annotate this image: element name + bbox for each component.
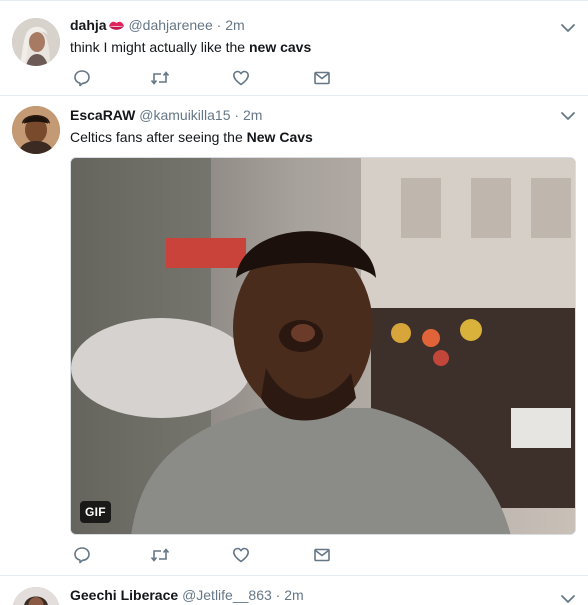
display-name[interactable]: dahja — [70, 17, 107, 33]
tweet[interactable]: Geechi Liberace @Jetlife__863 · 2m — [0, 576, 588, 605]
tweet-text-plain: Celtics fans after seeing the — [70, 129, 247, 145]
display-name[interactable]: Geechi Liberace — [70, 587, 178, 603]
tweet-header: EscaRAW @kamuikilla15 · 2m — [70, 106, 262, 124]
gif-frame-image — [71, 158, 575, 534]
username[interactable]: @kamuikilla15 — [139, 107, 230, 123]
tweet[interactable]: dahja @dahjarenee · 2m think I might act… — [0, 0, 588, 96]
separator-dot: · — [216, 17, 222, 33]
gif-media[interactable]: GIF — [70, 157, 576, 535]
avatar[interactable] — [12, 18, 60, 66]
timestamp[interactable]: 2m — [284, 587, 303, 603]
separator-dot: · — [234, 107, 240, 123]
envelope-icon[interactable] — [312, 545, 332, 565]
tweet-header: Geechi Liberace @Jetlife__863 · 2m — [70, 586, 304, 604]
retweet-icon[interactable] — [150, 68, 170, 88]
tweet-text: think I might actually like the new cavs — [70, 38, 311, 56]
tweet-text-highlight: New Cavs — [246, 129, 313, 145]
heart-icon[interactable] — [231, 545, 251, 565]
retweet-icon[interactable] — [150, 545, 170, 565]
tweet-actions — [70, 68, 370, 88]
avatar[interactable] — [12, 106, 60, 154]
gif-badge: GIF — [80, 501, 111, 523]
tweet-header: dahja @dahjarenee · 2m — [70, 16, 245, 36]
display-name[interactable]: EscaRAW — [70, 107, 135, 123]
tweet-text-highlight: new cavs — [248, 39, 312, 55]
chevron-down-icon[interactable] — [560, 591, 576, 605]
envelope-icon[interactable] — [312, 68, 332, 88]
chevron-down-icon[interactable] — [560, 20, 576, 36]
kiss-lips-emoji — [108, 18, 125, 36]
separator-dot: · — [275, 587, 281, 603]
chevron-down-icon[interactable] — [560, 108, 576, 124]
username[interactable]: @Jetlife__863 — [182, 587, 272, 603]
username[interactable]: @dahjarenee — [128, 17, 212, 33]
heart-icon[interactable] — [231, 68, 251, 88]
tweet-text-plain: think I might actually like the — [70, 39, 249, 55]
timestamp[interactable]: 2m — [243, 107, 262, 123]
avatar[interactable] — [12, 587, 60, 605]
tweet[interactable]: EscaRAW @kamuikilla15 · 2m Celtics fans … — [0, 96, 588, 576]
timestamp[interactable]: 2m — [225, 17, 244, 33]
tweet-text: Celtics fans after seeing the New Cavs — [70, 128, 313, 146]
reply-icon[interactable] — [72, 68, 92, 88]
reply-icon[interactable] — [72, 545, 92, 565]
tweet-actions — [70, 545, 370, 565]
